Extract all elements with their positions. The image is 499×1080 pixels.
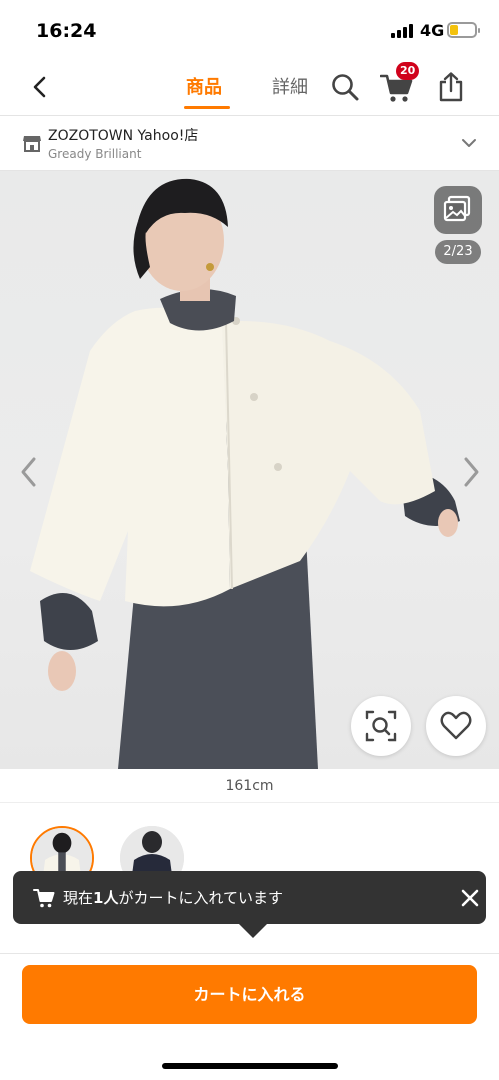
home-indicator xyxy=(162,1063,338,1069)
active-tab-indicator xyxy=(184,106,230,109)
back-chevron-icon[interactable] xyxy=(28,75,52,99)
previous-image-arrow-icon[interactable] xyxy=(18,456,40,488)
share-icon[interactable] xyxy=(437,71,465,103)
divider xyxy=(0,953,499,954)
signal-icon xyxy=(391,24,415,38)
shop-selector[interactable]: ZOZOTOWN Yahoo!店 Gready Brilliant xyxy=(0,117,499,171)
battery-icon xyxy=(447,22,480,38)
close-icon[interactable] xyxy=(460,888,480,908)
cart-icon xyxy=(33,889,55,908)
product-photo xyxy=(30,178,460,769)
brand-name: Gready Brilliant xyxy=(48,147,142,161)
heart-icon xyxy=(440,711,472,740)
toast-message: 現在1人がカートに入れています xyxy=(63,889,284,907)
image-search-icon xyxy=(365,710,397,742)
model-height-caption: 161cm xyxy=(0,769,499,803)
cart-activity-toast: 現在1人がカートに入れています xyxy=(13,871,486,938)
shop-name: ZOZOTOWN Yahoo!店 xyxy=(48,128,199,144)
next-image-arrow-icon[interactable] xyxy=(460,456,482,488)
image-search-button[interactable] xyxy=(351,696,411,756)
toast-pointer xyxy=(239,924,267,938)
status-time: 16:24 xyxy=(36,20,97,42)
network-type: 4G xyxy=(420,21,445,40)
gallery-view-button[interactable] xyxy=(434,186,482,234)
cart-count-badge: 20 xyxy=(396,62,420,80)
chevron-down-icon[interactable] xyxy=(461,137,477,149)
tab-detail[interactable]: 詳細 xyxy=(272,73,308,99)
product-image-carousel[interactable]: 2/23 xyxy=(0,171,499,769)
add-to-cart-button[interactable]: カートに入れる xyxy=(22,965,477,1024)
tab-product[interactable]: 商品 xyxy=(186,73,222,99)
search-icon[interactable] xyxy=(330,72,360,102)
top-nav: 商品 詳細 20 xyxy=(0,58,499,116)
status-bar: 16:24 4G xyxy=(0,0,499,58)
favorite-button[interactable] xyxy=(426,696,486,756)
image-counter: 2/23 xyxy=(435,240,481,264)
store-icon xyxy=(23,136,41,152)
